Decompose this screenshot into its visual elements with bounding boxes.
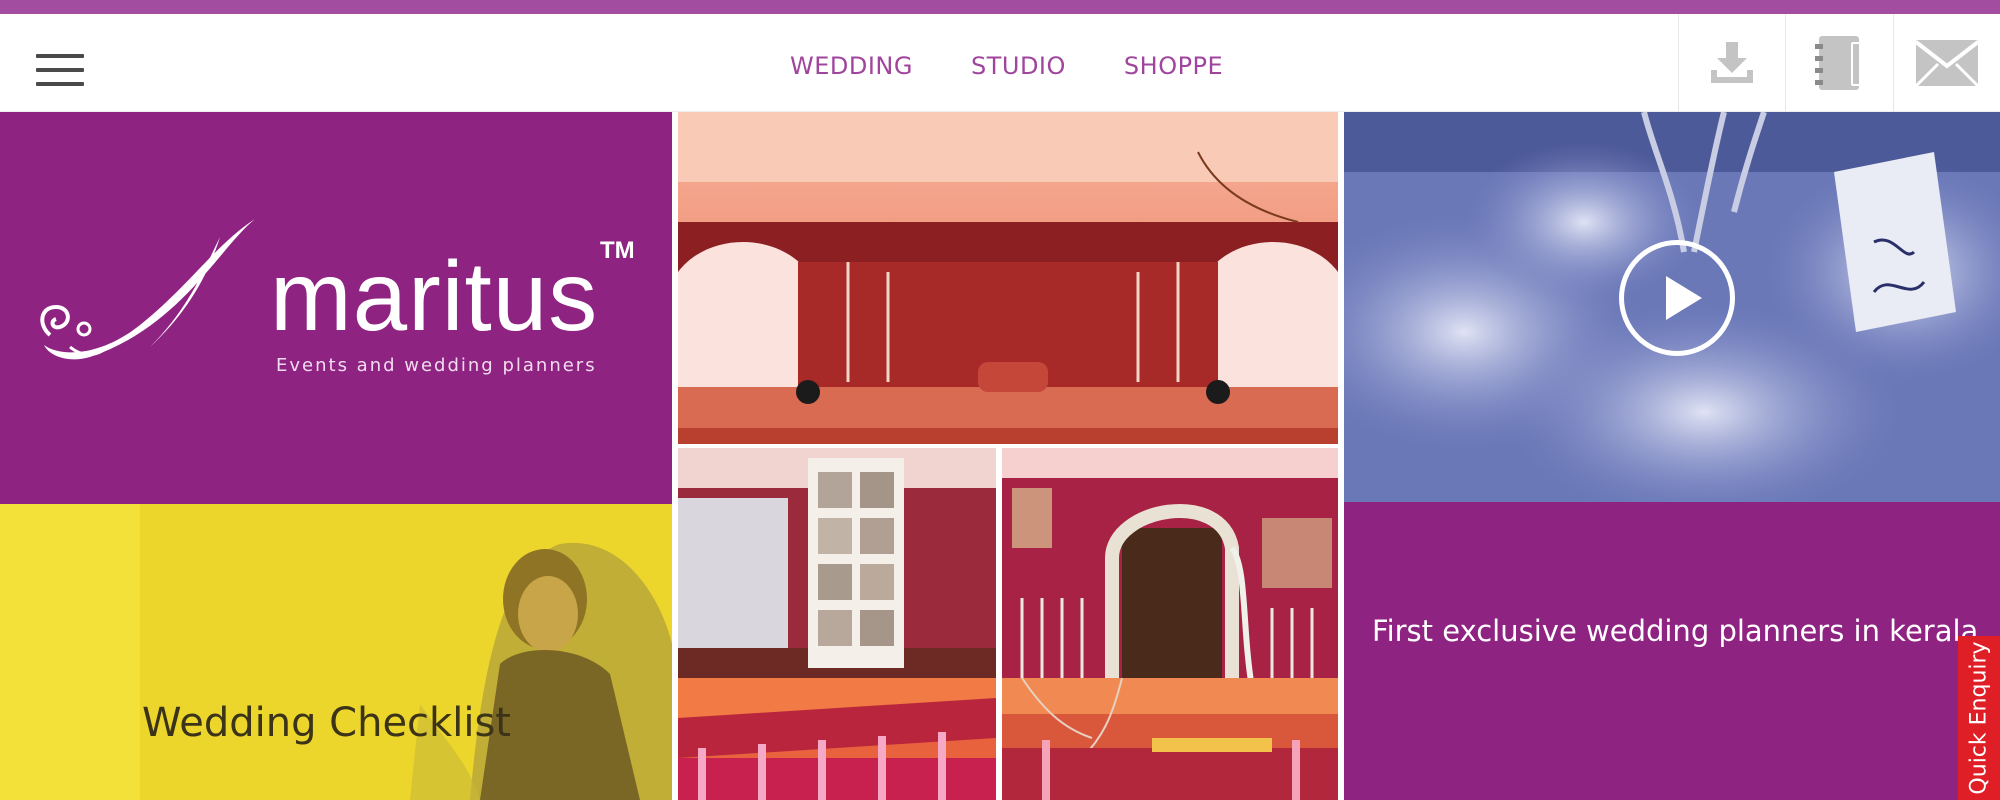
download-icon [1711, 42, 1754, 83]
play-button[interactable] [1619, 240, 1735, 356]
main-nav: WEDDING STUDIO SHOPPE [790, 46, 1223, 86]
logo-wordmark: maritus [270, 241, 599, 351]
logo-swirl-icon [40, 219, 255, 360]
notebook-icon [1815, 36, 1862, 90]
site-header: WEDDING STUDIO SHOPPE [0, 14, 2000, 112]
hall-left-image [678, 678, 996, 800]
hamburger-menu-icon[interactable] [36, 52, 84, 88]
quick-enquiry-label: Quick Enquiry [1966, 641, 1992, 795]
play-icon [1666, 276, 1702, 320]
video-tile[interactable] [1344, 112, 2000, 502]
stage-decor-photo[interactable] [678, 112, 1338, 444]
page: WEDDING STUDIO SHOPPE maritus TM Events … [0, 0, 2000, 800]
mail-icon [1914, 40, 1980, 88]
download-button[interactable] [1678, 14, 1785, 112]
logo-tagline: Events and wedding planners [276, 355, 597, 376]
nav-link-wedding[interactable]: WEDDING [790, 46, 913, 86]
tagline-text: First exclusive wedding planners in kera… [1372, 614, 1979, 648]
maritus-logo: maritus TM Events and wedding planners [30, 207, 650, 387]
mail-button[interactable] [1892, 14, 2000, 112]
tile-grid: maritus TM Events and wedding planners W… [0, 112, 2000, 800]
wedding-checklist-tile[interactable]: Wedding Checklist [0, 504, 672, 800]
logo-tile[interactable]: maritus TM Events and wedding planners [0, 112, 672, 504]
quick-enquiry-button[interactable]: Quick Enquiry [1958, 636, 2000, 800]
banquet-hall-photo-right[interactable] [1002, 678, 1338, 800]
top-accent-strip [0, 0, 2000, 14]
nav-link-shoppe[interactable]: SHOPPE [1124, 46, 1223, 86]
stage-image [678, 112, 1338, 444]
bride-photo [0, 504, 672, 800]
header-icon-group [1678, 14, 2000, 112]
tagline-tile: First exclusive wedding planners in kera… [1344, 502, 2000, 800]
nav-link-studio[interactable]: STUDIO [971, 46, 1066, 86]
notebook-button[interactable] [1785, 14, 1892, 112]
checklist-label: Wedding Checklist [142, 700, 511, 746]
logo-trademark: TM [600, 237, 635, 264]
hall-right-image [1002, 678, 1338, 800]
banquet-hall-photo-left[interactable] [678, 678, 996, 800]
